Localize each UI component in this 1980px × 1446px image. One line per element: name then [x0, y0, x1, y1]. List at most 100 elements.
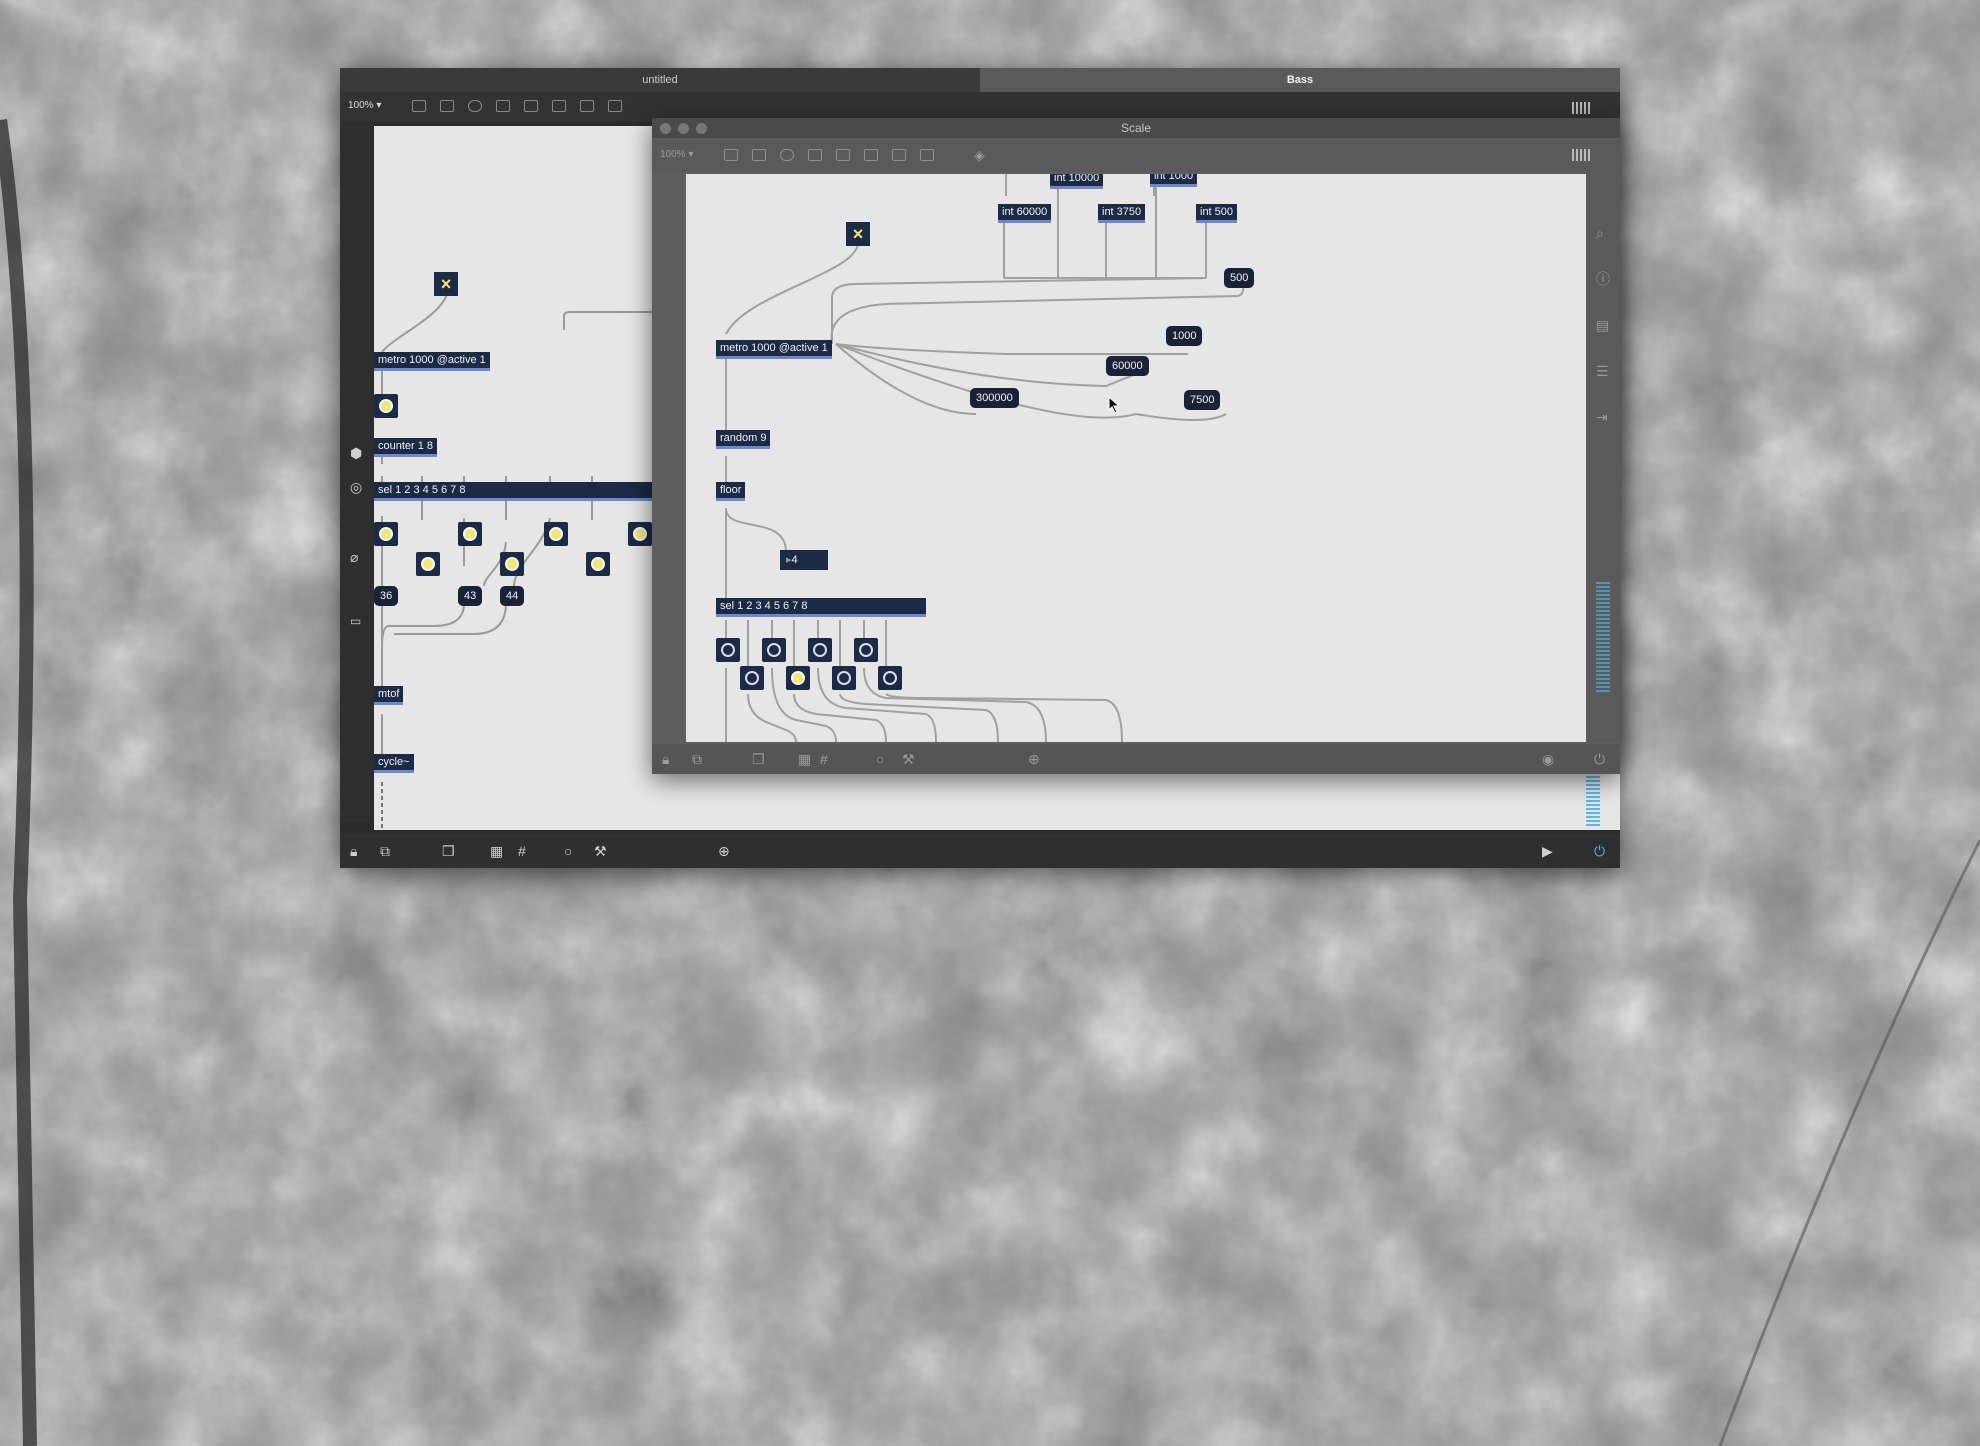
transport-icon[interactable]: ◉ — [1542, 752, 1554, 766]
message-60000[interactable]: 60000 — [1106, 356, 1149, 376]
search-icon[interactable]: ⌕ — [1596, 226, 1604, 240]
comment-icon[interactable] — [780, 149, 794, 161]
int-500-object[interactable]: int 500 — [1196, 204, 1238, 223]
bang-sel-1[interactable] — [716, 638, 740, 662]
bang-sel-3[interactable] — [762, 638, 786, 662]
mouse-cursor — [1108, 396, 1121, 414]
audio-power-icon[interactable]: ⏻ — [1594, 844, 1605, 858]
lock-icon[interactable]: 🔒︎ — [662, 752, 669, 766]
bang-sel-6[interactable] — [832, 666, 856, 690]
keyboard-icon[interactable]: ▭ — [350, 614, 361, 628]
paint-icon[interactable]: ◈ — [974, 148, 985, 162]
message-7500[interactable]: 7500 — [1184, 390, 1221, 410]
hammer-icon[interactable]: ⚒ — [594, 844, 607, 858]
transport-play-icon[interactable]: ▶ — [1542, 844, 1553, 858]
int-1000-object[interactable]: int 1000 — [1150, 174, 1198, 187]
newobject-icon[interactable] — [724, 149, 738, 161]
target-icon[interactable]: ◎ — [350, 480, 362, 494]
panel-icon[interactable] — [608, 100, 622, 112]
newobject-icon[interactable] — [412, 100, 426, 112]
slider-icon[interactable] — [580, 100, 594, 112]
button-icon[interactable] — [496, 100, 510, 112]
cycle-object[interactable]: cycle~ — [374, 754, 414, 773]
add-icon[interactable]: ⊕ — [1028, 752, 1040, 766]
bang-sel-4[interactable] — [500, 552, 524, 576]
bang-sel-2[interactable] — [740, 666, 764, 690]
circle-icon[interactable]: ○ — [564, 844, 572, 858]
metro-object[interactable]: metro 1000 @active 1 — [374, 352, 490, 371]
message-500[interactable]: 500 — [1224, 268, 1255, 288]
grid-icon[interactable]: # — [518, 844, 526, 858]
panel-icon[interactable] — [920, 149, 934, 161]
bang-sel-7[interactable] — [628, 522, 652, 546]
number-icon[interactable] — [552, 100, 566, 112]
keyboard-icon[interactable] — [1572, 102, 1590, 114]
number-icon[interactable] — [864, 149, 878, 161]
paperclip-icon[interactable]: ⌀ — [350, 550, 358, 564]
lock-icon[interactable]: 🔒︎ — [350, 844, 357, 858]
random-object[interactable]: random 9 — [716, 430, 771, 449]
bang-sel-8[interactable] — [878, 666, 902, 690]
toggle-start[interactable]: × — [434, 272, 458, 296]
bang-sel-5[interactable] — [544, 522, 568, 546]
level-meter — [1596, 582, 1610, 692]
floor-object[interactable]: floor — [716, 482, 746, 501]
slider-icon[interactable] — [892, 149, 906, 161]
mtof-object[interactable]: mtof — [374, 686, 404, 705]
message-300000[interactable]: 300000 — [970, 388, 1019, 408]
audio-power-icon[interactable]: ⏻ — [1594, 752, 1605, 766]
right-sidebar: ⌕ ⓘ ▤ ☰ ⇥ — [1586, 172, 1620, 742]
title-bar[interactable]: Scale — [652, 118, 1620, 138]
bang-metro[interactable] — [374, 394, 398, 418]
info-icon[interactable]: ⓘ — [1596, 272, 1610, 286]
message-icon[interactable] — [752, 149, 766, 161]
bang-sel-7[interactable] — [854, 638, 878, 662]
patcher-canvas-scale[interactable]: int 10000 int 1000 int 60000 int 3750 in… — [686, 174, 1586, 742]
left-sidebar: ⬢ ◎ ⌀ ▭ — [340, 122, 374, 822]
int-10000-object[interactable]: int 10000 — [1050, 174, 1104, 189]
cube-icon[interactable]: ⬢ — [350, 446, 362, 460]
bang-sel-1[interactable] — [374, 522, 398, 546]
blocks-icon[interactable]: ▦ — [490, 844, 503, 858]
zoom-menu[interactable]: 100% ▾ — [660, 149, 693, 160]
number-box-36[interactable]: 36 — [374, 586, 399, 606]
number-box-43[interactable]: 43 — [458, 586, 483, 606]
number-box-44[interactable]: 44 — [500, 586, 525, 606]
message-icon[interactable] — [440, 100, 454, 112]
panel-icon[interactable]: ▤ — [1596, 318, 1609, 332]
toggle-start[interactable]: × — [846, 222, 870, 246]
grid-icon[interactable]: # — [820, 752, 828, 766]
counter-object[interactable]: counter 1 8 — [374, 438, 438, 457]
blocks-icon[interactable]: ▦ — [798, 752, 811, 766]
list-icon[interactable]: ☰ — [1596, 364, 1609, 378]
int-60000-object[interactable]: int 60000 — [998, 204, 1052, 223]
bang-sel-3[interactable] — [458, 522, 482, 546]
toggle-icon[interactable] — [836, 149, 850, 161]
message-1000[interactable]: 1000 — [1166, 326, 1203, 346]
circle-icon[interactable]: ○ — [876, 752, 884, 766]
export-icon[interactable]: ⇥ — [1596, 410, 1608, 424]
comment-icon[interactable] — [468, 100, 482, 112]
tab-bass[interactable]: Bass — [980, 68, 1620, 92]
bang-sel-2[interactable] — [416, 552, 440, 576]
int-3750-object[interactable]: int 3750 — [1098, 204, 1146, 223]
keyboard-icon[interactable] — [1572, 149, 1590, 161]
bang-sel-6[interactable] — [586, 552, 610, 576]
presentation-icon[interactable]: ⧉ — [692, 752, 702, 766]
sel-object[interactable]: sel 1 2 3 4 5 6 7 8 — [716, 598, 926, 617]
windows-icon[interactable]: ❐ — [752, 752, 765, 766]
bang-sel-5[interactable] — [808, 638, 832, 662]
hammer-icon[interactable]: ⚒ — [902, 752, 915, 766]
presentation-icon[interactable]: ⧉ — [380, 844, 390, 858]
zoom-menu[interactable]: 100% ▾ — [348, 100, 381, 111]
metro-object[interactable]: metro 1000 @active 1 — [716, 340, 832, 359]
patcher-bottom-toolbar: 🔒︎ ⧉ ❐ ▦ # ○ ⚒ ⊕ ▶ ⏻ — [340, 834, 1620, 868]
tab-untitled[interactable]: untitled — [340, 68, 980, 92]
level-meter — [1586, 776, 1600, 826]
button-icon[interactable] — [808, 149, 822, 161]
windows-icon[interactable]: ❐ — [442, 844, 455, 858]
bang-sel-4[interactable] — [786, 666, 810, 690]
float-number-box[interactable]: ▸4 — [780, 550, 828, 570]
add-icon[interactable]: ⊕ — [718, 844, 730, 858]
toggle-icon[interactable] — [524, 100, 538, 112]
